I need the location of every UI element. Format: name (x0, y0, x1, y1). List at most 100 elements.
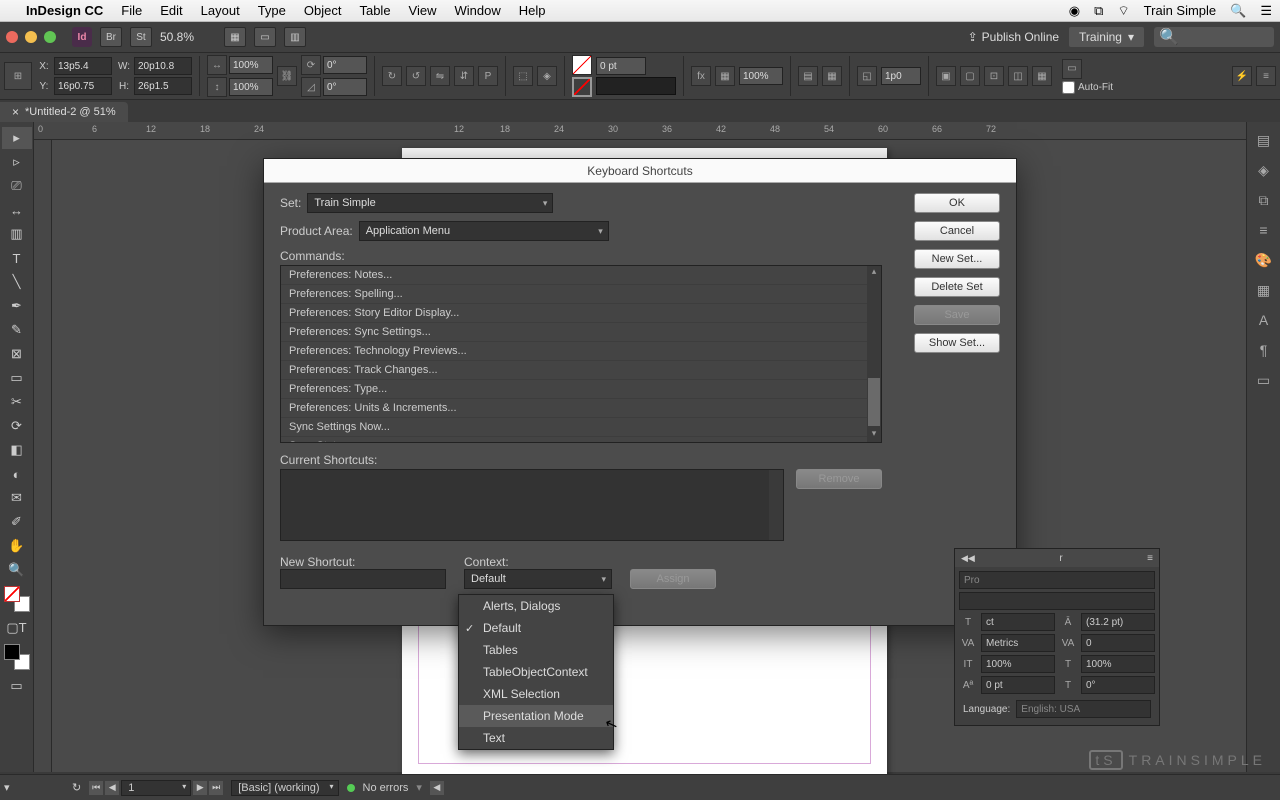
spotlight-icon[interactable]: 🔍 (1230, 3, 1246, 19)
menu-type[interactable]: Type (258, 3, 286, 18)
x-field[interactable] (54, 57, 112, 75)
hand-tool-icon[interactable]: ✋ (2, 535, 32, 557)
close-tab-icon[interactable]: × (12, 105, 19, 119)
font-size-field[interactable]: ct (981, 613, 1055, 631)
font-family-field[interactable]: Pro (959, 571, 1155, 589)
pen-tool-icon[interactable]: ✒ (2, 295, 32, 317)
object-styles-panel-icon[interactable]: ▭ (1253, 372, 1275, 390)
rectangle-tool-icon[interactable]: ▭ (2, 367, 32, 389)
font-style-field[interactable] (959, 592, 1155, 610)
layers-panel-icon[interactable]: ◈ (1253, 162, 1275, 180)
wrap-bound-icon[interactable]: ▦ (822, 66, 842, 86)
scissors-tool-icon[interactable]: ✂ (2, 391, 32, 413)
status-sync-icon[interactable]: ↻ (72, 781, 81, 794)
minimize-button[interactable] (25, 31, 37, 43)
menu-view[interactable]: View (409, 3, 437, 18)
screen-mode-icon[interactable]: ▭ (254, 27, 276, 47)
hscale-field[interactable]: 100% (1081, 655, 1155, 673)
stroke-swatch-icon[interactable] (572, 77, 592, 97)
eyedropper-tool-icon[interactable]: ✐ (2, 511, 32, 533)
stroke-style-field[interactable] (596, 77, 676, 95)
stroke-panel-icon[interactable]: ≡ (1253, 222, 1275, 240)
gradient-swatch-tool-icon[interactable]: ◧ (2, 439, 32, 461)
command-item[interactable]: Preferences: Story Editor Display... (281, 304, 881, 323)
type-tool-icon[interactable]: T (2, 247, 32, 269)
assign-button[interactable]: Assign (630, 569, 716, 589)
command-item[interactable]: Preferences: Sync Settings... (281, 323, 881, 342)
w-field[interactable] (134, 57, 192, 75)
remove-button[interactable]: Remove (796, 469, 882, 489)
menu-layout[interactable]: Layout (201, 3, 240, 18)
context-option[interactable]: Text (459, 727, 613, 749)
new-shortcut-input[interactable] (280, 569, 446, 589)
context-option[interactable]: Tables (459, 639, 613, 661)
vscale-field[interactable]: 100% (981, 655, 1055, 673)
show-set-button[interactable]: Show Set... (914, 333, 1000, 353)
vertical-ruler[interactable] (34, 140, 52, 772)
color-panel-icon[interactable]: 🎨 (1253, 252, 1275, 270)
kerning-field[interactable]: Metrics (981, 634, 1055, 652)
save-button[interactable]: Save (914, 305, 1000, 325)
zoom-tool-icon[interactable]: 🔍 (2, 559, 32, 581)
status-zoom[interactable]: ▾ (4, 781, 64, 794)
view-options-icon[interactable]: ▦ (224, 27, 246, 47)
select-container-icon[interactable]: ⬚ (513, 66, 533, 86)
opacity-field[interactable]: 100% (739, 67, 783, 85)
fx-icon[interactable]: fx (691, 66, 711, 86)
flip-h-icon[interactable]: ⇋ (430, 66, 450, 86)
command-item[interactable]: Preferences: Technology Previews... (281, 342, 881, 361)
menu-table[interactable]: Table (359, 3, 390, 18)
first-page-button[interactable]: ⏮ (89, 781, 103, 795)
context-option[interactable]: TableObjectContext (459, 661, 613, 683)
formatting-container-icon[interactable]: ▢T (2, 617, 32, 639)
y-field[interactable] (54, 77, 112, 95)
free-transform-tool-icon[interactable]: ⟳ (2, 415, 32, 437)
close-button[interactable] (6, 31, 18, 43)
cc-icon[interactable]: ◉ (1069, 3, 1080, 19)
shear-field[interactable]: 0° (323, 78, 367, 96)
commands-scrollbar[interactable]: ▴▾ (867, 266, 881, 442)
stroke-weight-field[interactable]: 0 pt (596, 57, 646, 75)
menu-window[interactable]: Window (455, 3, 501, 18)
frame-fit-icon[interactable]: ▭ (1062, 59, 1082, 79)
scale-y-field[interactable]: 100% (229, 78, 273, 96)
char-panel-menu-icon[interactable]: ≡ (1147, 553, 1153, 564)
menu-file[interactable]: File (121, 3, 142, 18)
set-select[interactable]: Train Simple (307, 193, 553, 213)
fit-content-icon[interactable]: ▣ (936, 66, 956, 86)
master-select[interactable]: [Basic] (working) (231, 780, 338, 796)
user-name[interactable]: Train Simple (1144, 3, 1216, 18)
rectangle-frame-tool-icon[interactable]: ⊠ (2, 343, 32, 365)
gap-field[interactable]: 1p0 (881, 67, 921, 85)
search-input[interactable]: 🔍 (1154, 27, 1274, 47)
center-content-icon[interactable]: ⊡ (984, 66, 1004, 86)
fill-stroke-swatch[interactable] (4, 586, 30, 612)
content-collector-icon[interactable]: ▥ (2, 223, 32, 245)
fit-frame-icon[interactable]: ▢ (960, 66, 980, 86)
rotate-field[interactable]: 0° (323, 56, 367, 74)
scroll-left-button[interactable]: ◀ (430, 781, 444, 795)
context-option[interactable]: XML Selection (459, 683, 613, 705)
delete-set-button[interactable]: Delete Set (914, 277, 1000, 297)
command-item[interactable]: Sync Settings Now... (281, 418, 881, 437)
rotate-cw-icon[interactable]: ↻ (382, 66, 402, 86)
context-select[interactable]: Default (464, 569, 612, 589)
paragraph-panel-icon[interactable]: ¶ (1253, 342, 1275, 360)
fill-prop-icon[interactable]: ▦ (1032, 66, 1052, 86)
prev-page-button[interactable]: ◀ (105, 781, 119, 795)
default-swatch[interactable] (4, 644, 30, 670)
command-item[interactable]: Preferences: Spelling... (281, 285, 881, 304)
swatches-panel-icon[interactable]: ▦ (1253, 282, 1275, 300)
tracking-field[interactable]: 0 (1081, 634, 1155, 652)
stock-icon[interactable]: St (130, 27, 152, 47)
product-area-select[interactable]: Application Menu (359, 221, 609, 241)
current-shortcuts-box[interactable] (280, 469, 784, 541)
leading-field[interactable]: (31.2 pt) (1081, 613, 1155, 631)
h-field[interactable] (134, 77, 192, 95)
quick-apply-icon[interactable]: ⚡ (1232, 66, 1252, 86)
pencil-tool-icon[interactable]: ✎ (2, 319, 32, 341)
language-field[interactable]: English: USA (1016, 700, 1151, 718)
corner-icon[interactable]: ◱ (857, 66, 877, 86)
autofit-checkbox[interactable]: Auto-Fit (1062, 81, 1113, 94)
context-option[interactable]: Presentation Mode (459, 705, 613, 727)
